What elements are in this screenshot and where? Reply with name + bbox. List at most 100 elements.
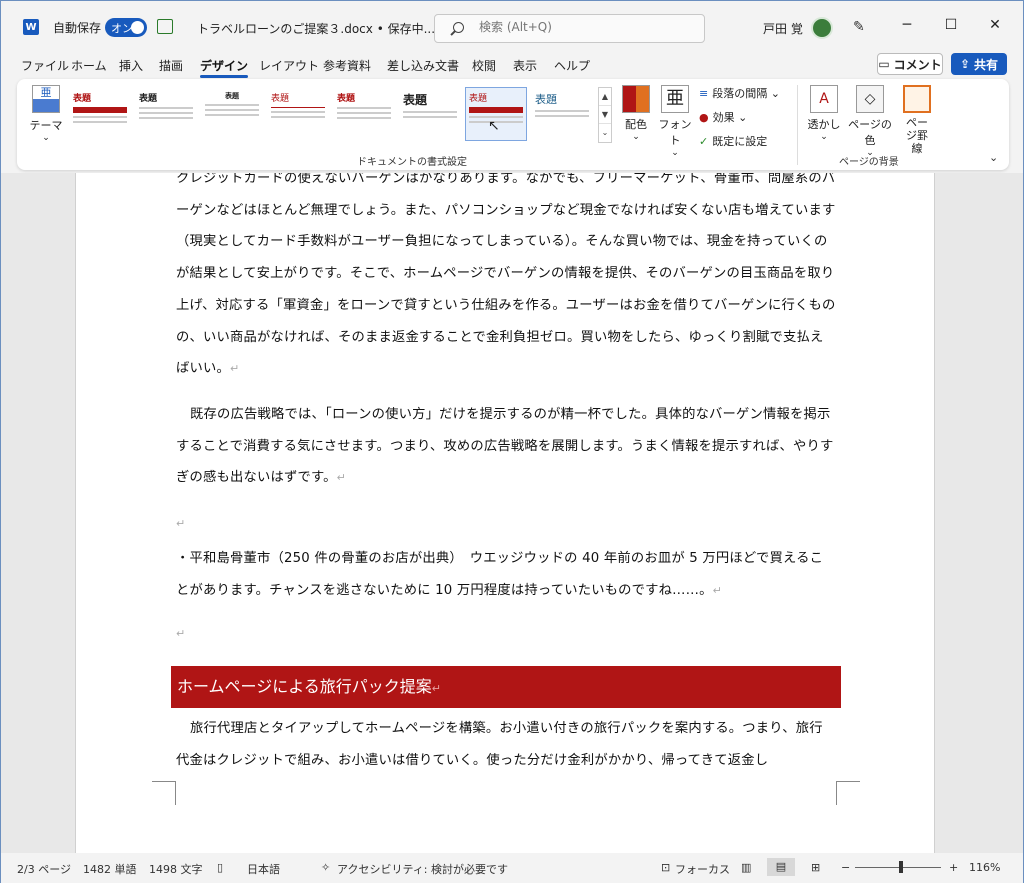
paragraph-mark: ↵ [176, 517, 186, 530]
autosave-label: 自動保存 [53, 21, 102, 35]
paragraph[interactable]: 旅行代理店とタイアップしてホームページを構築。お小遣い付きの旅行パックを案内する… [176, 713, 836, 777]
avatar[interactable] [811, 17, 833, 39]
zoom-slider-track[interactable] [855, 867, 941, 868]
comment-icon: ▭ [878, 57, 890, 71]
style-set-line [139, 112, 193, 114]
style-set-item[interactable]: 表題 [267, 87, 329, 141]
tab-home[interactable]: ホーム [71, 57, 107, 74]
effects-icon: ● [699, 110, 709, 124]
group-separator [797, 85, 798, 165]
paragraph-mark: ↵ [230, 362, 240, 376]
style-set-item[interactable]: 表題 [135, 87, 197, 141]
gallery-down-icon[interactable]: ▼ [599, 106, 611, 124]
style-set-item[interactable]: 表題 [399, 87, 461, 141]
close-button[interactable]: ✕ [985, 15, 1005, 35]
web-layout-icon[interactable]: ⊞ [811, 861, 820, 874]
tab-references[interactable]: 参考資料 [323, 57, 371, 74]
accessibility-status[interactable]: アクセシビリティ: 検討が必要です [337, 861, 508, 877]
tab-design[interactable]: デザイン [200, 57, 249, 78]
style-set-item[interactable]: 表題 [201, 87, 263, 141]
ribbon-tabs: ファイル ホーム 挿入 描画 デザイン レイアウト 参考資料 差し込み文書 校閲… [1, 51, 1023, 78]
colors-button[interactable]: 配色 ⌄ [619, 85, 653, 142]
zoom-in-button[interactable]: + [949, 861, 958, 874]
proofing-icon[interactable]: ▯ [217, 861, 223, 874]
watermark-label: 透かし [807, 118, 841, 131]
focus-icon: ⊡ [661, 861, 671, 874]
page-border-button[interactable]: ページ罫線 [899, 85, 935, 155]
zoom-out-button[interactable]: − [841, 861, 850, 874]
paragraph[interactable]: 既存の広告戦略では、「ローンの使い方」だけを提示するのが精一杯でした。具体的なバ… [176, 399, 836, 494]
tab-help[interactable]: ヘルプ [554, 57, 590, 74]
tab-file[interactable]: ファイル [21, 57, 69, 74]
style-set-item[interactable]: 表題 [69, 87, 131, 141]
char-count[interactable]: 1498 文字 [149, 861, 203, 877]
tab-draw[interactable]: 描画 [159, 57, 183, 74]
style-set-line [535, 110, 589, 112]
save-sync-icon[interactable] [157, 19, 173, 34]
language[interactable]: 日本語 [247, 861, 280, 877]
minimize-button[interactable]: ─ [897, 15, 917, 35]
share-icon: ⇪ [959, 57, 971, 71]
word-count[interactable]: 1482 単語 [83, 861, 137, 877]
style-set-line [535, 115, 589, 117]
maximize-button[interactable]: ☐ [941, 15, 961, 35]
paragraph-spacing-icon: ≡ [699, 86, 709, 100]
share-button[interactable]: ⇪ 共有 [951, 53, 1007, 75]
print-layout-icon[interactable]: ▤ [767, 858, 795, 876]
section-heading[interactable]: ホームページによる旅行パック提案↵ [171, 666, 841, 708]
watermark-button[interactable]: A 透かし ⌄ [805, 85, 843, 142]
paragraph-spacing-button[interactable]: ≡ 段落の間隔 ⌄ [699, 85, 780, 101]
autosave-toggle[interactable]: オン [105, 18, 147, 37]
zoom-slider-thumb[interactable] [899, 861, 903, 873]
page-color-icon: ◇ [856, 85, 884, 113]
page-count[interactable]: 2/3 ページ [17, 861, 71, 877]
focus-button[interactable]: フォーカス [675, 861, 730, 877]
fonts-icon: 亜 [661, 85, 689, 113]
chevron-down-icon: ⌄ [820, 132, 828, 142]
paragraph-text: 既存の広告戦略では、「ローンの使い方」だけを提示するのが精一杯でした。具体的なバ… [176, 407, 834, 486]
style-set-line [403, 111, 457, 113]
document-title[interactable]: トラベルローンのご提案３.docx • 保存中... ⌄ [197, 20, 449, 37]
comment-label: コメント [893, 57, 942, 72]
empty-paragraph[interactable]: ↵ [176, 618, 836, 650]
page-color-button[interactable]: ◇ ページの色 ⌄ [845, 85, 895, 158]
theme-icon: 亜 [32, 85, 60, 113]
set-default-button[interactable]: ✓ 既定に設定 [699, 133, 767, 149]
search-icon [453, 22, 464, 33]
share-label: 共有 [974, 57, 999, 72]
read-mode-icon[interactable]: ▥ [741, 861, 751, 874]
fonts-button[interactable]: 亜 フォント ⌄ [657, 85, 693, 158]
paragraph[interactable]: クレジットカードの使えないバーゲンはかなりあります。なかでも、フリーマーケット、… [176, 173, 836, 385]
designer-pen-icon[interactable]: ✎ [853, 19, 869, 35]
gallery-more-icon[interactable]: ⌄ [599, 124, 611, 142]
tab-layout[interactable]: レイアウト [259, 57, 319, 74]
gallery-up-icon[interactable]: ▲ [599, 88, 611, 106]
gallery-scroll[interactable]: ▲ ▼ ⌄ [598, 87, 612, 143]
tab-mailings[interactable]: 差し込み文書 [387, 57, 459, 74]
tab-review[interactable]: 校閲 [472, 57, 496, 74]
style-set-line [271, 107, 325, 108]
page-corner-mark [836, 781, 860, 805]
style-set-gallery: 表題 表題 表題 表題 表題 表題 表題 ↖ 表題 [69, 87, 599, 143]
collapse-ribbon-icon[interactable]: ⌄ [989, 151, 998, 164]
paragraph[interactable]: ・平和島骨董市（250 件の骨董のお店が出典） ウエッジウッドの 40 年前のお… [176, 543, 836, 606]
search-input[interactable] [479, 20, 679, 34]
style-set-title: 表題 [73, 94, 92, 104]
search-box[interactable] [434, 14, 705, 43]
comment-button[interactable]: ▭ コメント [877, 53, 943, 75]
empty-paragraph[interactable]: ↵ [176, 508, 836, 540]
document-page[interactable]: クレジットカードの使えないバーゲンはかなりあります。なかでも、フリーマーケット、… [75, 173, 935, 853]
style-set-item[interactable]: 表題 [531, 87, 593, 141]
effects-label: 効果 ⌄ [712, 111, 748, 124]
style-set-item[interactable]: 表題 [333, 87, 395, 141]
paragraph-mark: ↵ [336, 471, 347, 485]
theme-button[interactable]: 亜 テーマ ⌄ [29, 85, 63, 143]
style-set-item-selected[interactable]: 表題 ↖ [465, 87, 527, 141]
tab-view[interactable]: 表示 [513, 57, 537, 74]
style-set-line [403, 116, 457, 118]
user-name[interactable]: 戸田 覚 [763, 20, 803, 37]
zoom-level[interactable]: 116% [969, 861, 1000, 874]
effects-button[interactable]: ● 効果 ⌄ [699, 109, 747, 125]
style-set-line [73, 116, 127, 118]
tab-insert[interactable]: 挿入 [119, 57, 143, 74]
